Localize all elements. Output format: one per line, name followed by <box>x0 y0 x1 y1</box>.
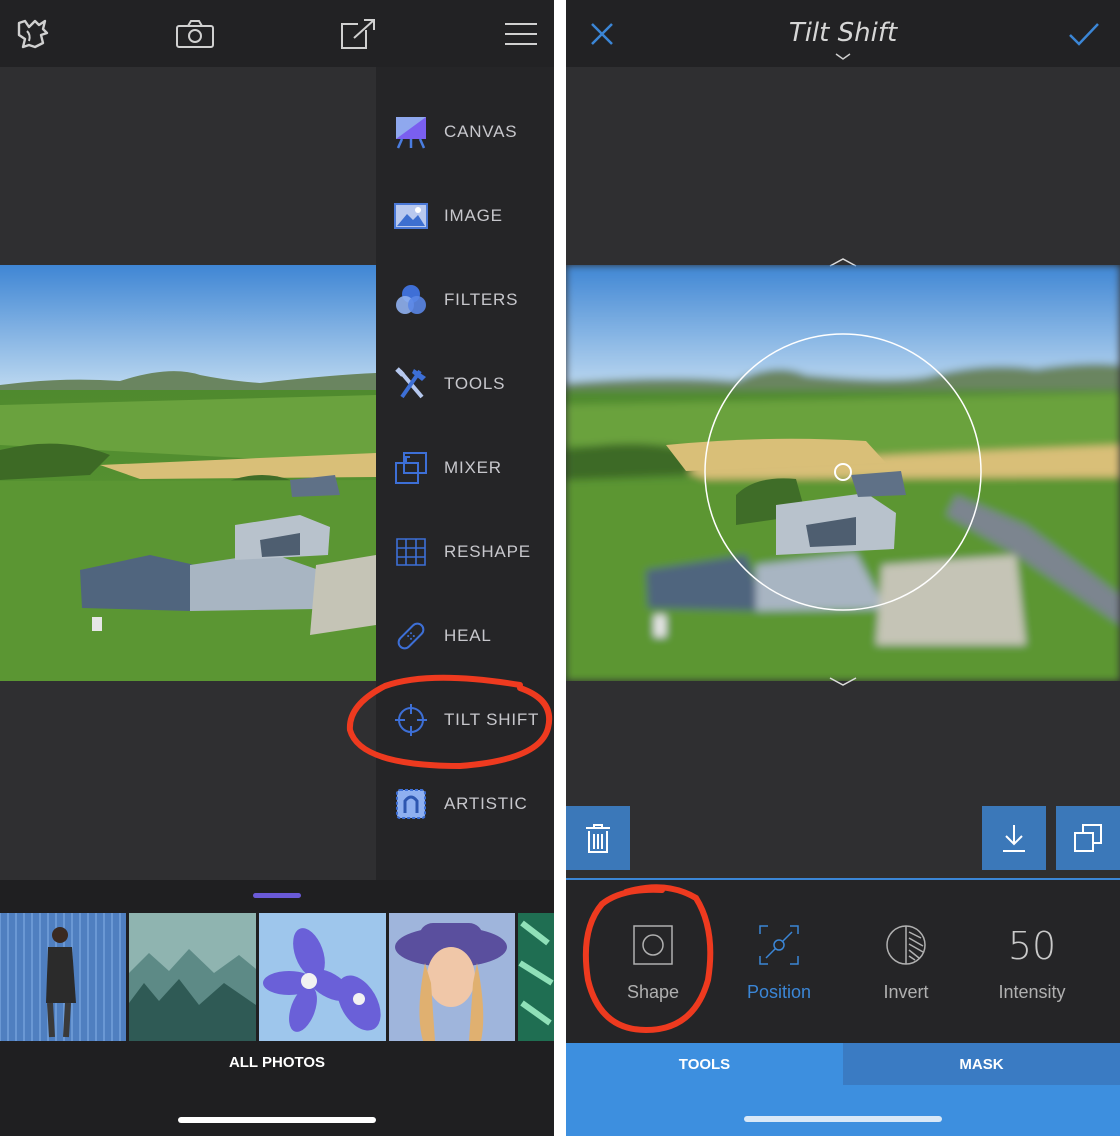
invert-icon <box>886 925 926 965</box>
tilt-shift-annotation-circle <box>346 674 553 770</box>
tool-title[interactable]: Tilt Shift <box>566 18 1120 48</box>
position-label: Position <box>746 982 812 1002</box>
right-screen: Tilt Shift Shape Position Invert 50 Inte… <box>566 0 1120 1136</box>
thumbnail-person-blue-wall[interactable] <box>0 913 126 1041</box>
drawer-handle[interactable] <box>253 893 301 898</box>
download-icon <box>1003 825 1025 852</box>
home-indicator <box>178 1117 376 1123</box>
home-indicator <box>744 1116 942 1122</box>
chevron-down-handle-icon[interactable] <box>828 677 858 687</box>
thumbnail-green-leaves[interactable] <box>518 913 554 1041</box>
delete-button[interactable] <box>566 806 630 870</box>
shape-annotation-circle <box>582 884 714 1034</box>
tilt-shift-preview[interactable] <box>566 265 1120 681</box>
invert-option[interactable]: Invert <box>843 880 969 1043</box>
intensity-label: Intensity <box>998 982 1066 1002</box>
thumbnail-misty-forest[interactable] <box>129 913 256 1041</box>
bottom-tab-bar: TOOLS MASK <box>566 1043 1120 1136</box>
photo-thumbnails <box>0 913 554 1041</box>
checkmark-icon[interactable] <box>1064 14 1104 54</box>
position-option[interactable]: Position <box>716 880 842 1043</box>
position-icon <box>759 925 799 965</box>
chevron-down-icon[interactable] <box>835 53 851 61</box>
left-screen: CANVAS IMAGE FILTERS TOOLS MIXER RESHAPE… <box>0 0 554 1136</box>
copy-icon <box>1074 824 1102 852</box>
download-button[interactable] <box>982 806 1046 870</box>
trash-icon <box>586 824 610 853</box>
gallery-panel: ALL PHOTOS <box>0 880 554 1136</box>
thumbnail-woman-hat[interactable] <box>389 913 515 1041</box>
invert-label: Invert <box>883 982 929 1002</box>
tool-header: Tilt Shift <box>566 0 1120 67</box>
copy-layer-button[interactable] <box>1056 806 1120 870</box>
intensity-value: 50 <box>1007 924 1057 968</box>
tab-tools[interactable]: TOOLS <box>566 1043 843 1085</box>
tab-mask[interactable]: MASK <box>843 1043 1120 1085</box>
intensity-option[interactable]: 50 Intensity <box>969 880 1095 1043</box>
all-photos-label[interactable]: ALL PHOTOS <box>0 1054 554 1071</box>
thumbnail-purple-flowers[interactable] <box>259 913 386 1041</box>
